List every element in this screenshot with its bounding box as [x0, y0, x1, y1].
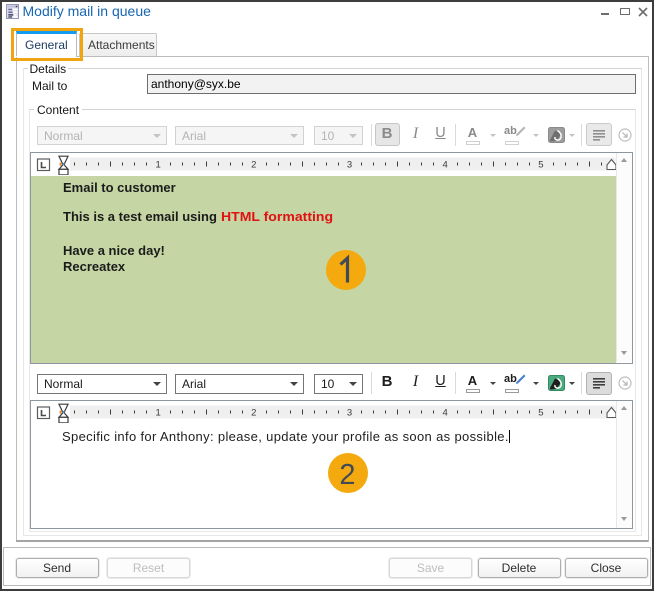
svg-text:3: 3 [347, 160, 352, 171]
svg-text:4: 4 [443, 160, 448, 171]
svg-text:1: 1 [155, 408, 160, 419]
svg-text:2: 2 [251, 408, 256, 419]
svg-text:5: 5 [538, 408, 543, 419]
svg-text:5: 5 [538, 160, 543, 171]
svg-text:2: 2 [251, 160, 256, 171]
svg-text:3: 3 [347, 408, 352, 419]
svg-text:4: 4 [443, 408, 448, 419]
svg-text:1: 1 [155, 160, 160, 171]
